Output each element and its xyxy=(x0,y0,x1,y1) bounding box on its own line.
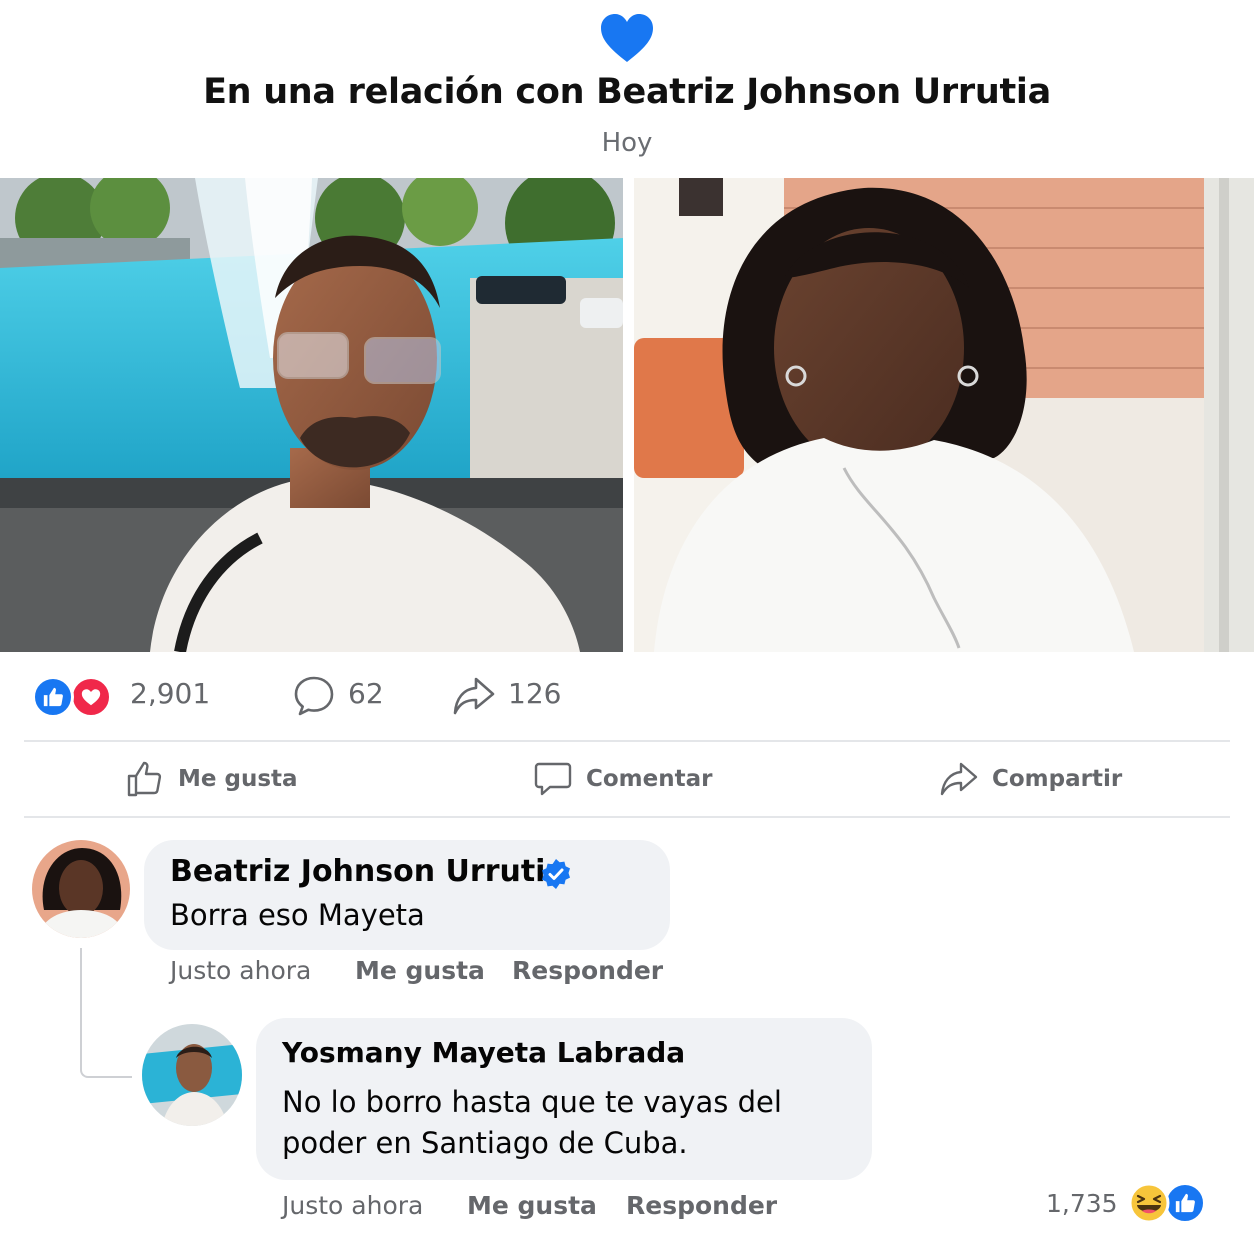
like-reaction-icon xyxy=(1163,1182,1206,1224)
like-reaction-icon xyxy=(32,676,74,718)
reply-like-link[interactable]: Me gusta xyxy=(467,1191,597,1220)
reply-bubble: Yosmany Mayeta Labrada No lo borro hasta… xyxy=(256,1018,872,1180)
reply-reaction-summary[interactable]: 1,735 xyxy=(1046,1182,1206,1224)
post-title: En una relación con Beatriz Johnson Urru… xyxy=(203,72,1051,112)
share-button[interactable]: Compartir xyxy=(940,754,1122,804)
divider xyxy=(24,816,1230,818)
photo-right[interactable] xyxy=(634,178,1254,652)
haha-reaction-icon xyxy=(1128,1182,1170,1224)
share-count[interactable]: 126 xyxy=(508,677,561,710)
reply-text: No lo borro hasta que te vayas del poder… xyxy=(282,1085,782,1160)
photo-left[interactable] xyxy=(0,178,623,652)
relationship-post: En una relación con Beatriz Johnson Urru… xyxy=(0,0,1254,1254)
comment-icon xyxy=(534,762,572,796)
verified-badge-icon xyxy=(542,859,570,889)
reply-author[interactable]: Yosmany Mayeta Labrada xyxy=(282,1036,685,1069)
heart-icon xyxy=(601,14,653,62)
reaction-summary[interactable] xyxy=(32,676,122,718)
reply-thread-line xyxy=(80,948,132,1078)
like-button-label: Me gusta xyxy=(178,766,298,792)
comment-count[interactable]: 62 xyxy=(348,677,384,710)
share-icon xyxy=(453,677,495,715)
reply-time: Justo ahora xyxy=(282,1191,424,1220)
reply-reply-link[interactable]: Responder xyxy=(626,1191,777,1220)
comment-button-label: Comentar xyxy=(586,766,713,792)
share-button-label: Compartir xyxy=(992,766,1123,792)
thumbs-up-icon xyxy=(127,761,162,797)
comment-text: Borra eso Mayeta xyxy=(170,898,425,932)
avatar[interactable] xyxy=(142,1024,242,1126)
comment-button[interactable]: Comentar xyxy=(534,754,712,804)
comment-icon xyxy=(294,676,334,716)
share-icon xyxy=(940,762,978,796)
comment-author[interactable]: Beatriz Johnson Urrutia xyxy=(170,854,566,889)
like-button[interactable]: Me gusta xyxy=(126,754,298,804)
post-stats: 2,901 62 126 xyxy=(0,668,1254,724)
comment-time: Justo ahora xyxy=(170,956,312,985)
reaction-count[interactable]: 2,901 xyxy=(130,677,210,710)
portrait-image xyxy=(634,178,1254,652)
divider xyxy=(24,740,1230,742)
comment-like-link[interactable]: Me gusta xyxy=(355,956,485,985)
comment-reply-link[interactable]: Responder xyxy=(512,956,663,985)
selfie-image xyxy=(0,178,623,652)
comment-bubble: Beatriz Johnson Urrutia Borra eso Mayeta xyxy=(144,840,670,950)
avatar[interactable] xyxy=(32,840,130,938)
love-reaction-icon xyxy=(70,676,112,718)
reply-reaction-count: 1,735 xyxy=(1046,1188,1118,1218)
post-date: Hoy xyxy=(601,128,653,158)
